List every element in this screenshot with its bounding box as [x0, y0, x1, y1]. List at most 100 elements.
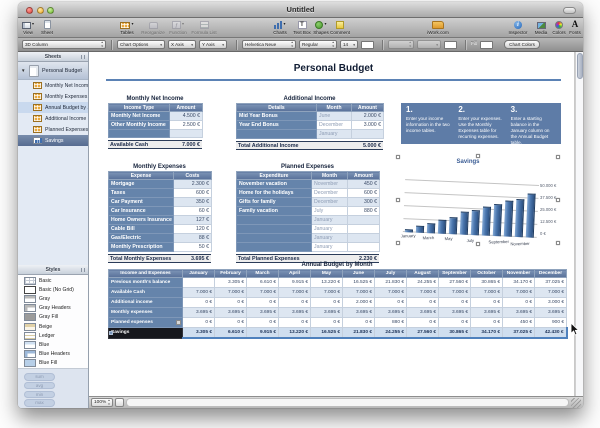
cell[interactable]: 127 € — [174, 216, 212, 225]
border-color-well[interactable] — [444, 41, 457, 49]
column-header[interactable]: May — [311, 270, 343, 278]
x-axis-select[interactable]: X Axis▾ — [168, 40, 196, 49]
row-label-cell[interactable]: Available Cash — [109, 288, 183, 298]
fill-color-well[interactable] — [480, 41, 493, 49]
cell[interactable]: 0 € — [407, 298, 439, 308]
horizontal-scrollbar[interactable] — [126, 398, 569, 407]
style-item-blue-headers[interactable]: Blue Headers — [18, 350, 88, 359]
selection-handle[interactable] — [396, 198, 400, 202]
cell[interactable]: January — [312, 216, 348, 225]
y-axis-select[interactable]: Y Axis▾ — [199, 40, 227, 49]
cell[interactable]: 2.300 € — [174, 180, 212, 189]
cell[interactable]: 3.000 € — [352, 121, 384, 130]
cell[interactable]: Car Payment — [109, 198, 174, 207]
chart-bar[interactable] — [460, 212, 469, 235]
cell[interactable]: 27.560 € — [439, 278, 471, 288]
cell[interactable]: 21.830 € — [375, 278, 407, 288]
column-header[interactable]: Expense — [109, 172, 174, 180]
cell[interactable]: 3.695 € — [375, 308, 407, 318]
cell[interactable]: 3.305 € — [183, 328, 215, 339]
panel-splitter-icon[interactable] — [81, 55, 86, 59]
chart-type-select[interactable]: 3D Column▴▾ — [22, 40, 106, 49]
font-size-select[interactable]: 14▾ — [340, 40, 358, 49]
cell[interactable]: 9.915 € — [279, 278, 311, 288]
chart-bar[interactable] — [515, 198, 525, 237]
toolbar-comment[interactable]: Comment — [321, 19, 359, 35]
cell[interactable]: 13.220 € — [279, 328, 311, 339]
cell[interactable]: 3.695 € — [471, 308, 503, 318]
cell[interactable]: 50 € — [174, 243, 212, 252]
sidebar-item-additional-income[interactable]: Additional Income — [18, 113, 88, 124]
cell[interactable]: 2.500 € — [170, 121, 203, 130]
style-item-blue-fill[interactable]: Blue Fill — [18, 359, 88, 368]
cell[interactable]: 600 € — [174, 189, 212, 198]
cell[interactable]: 0 € — [503, 298, 535, 308]
cell[interactable]: 34.170 € — [471, 328, 503, 339]
cell[interactable]: 7.000 € — [311, 288, 343, 298]
cell[interactable]: 3.000 € — [535, 298, 567, 308]
cell[interactable]: 6.610 € — [247, 278, 279, 288]
cell[interactable]: 300 € — [348, 198, 380, 207]
function-pill-sum[interactable]: sum — [24, 373, 55, 381]
toolbar-toggle-button[interactable] — [563, 7, 576, 14]
column-header[interactable]: Details — [237, 104, 317, 112]
cell[interactable]: 0 € — [439, 318, 471, 328]
cell[interactable]: 3.305 € — [215, 278, 247, 288]
cell[interactable]: 0 € — [183, 318, 215, 328]
cell[interactable]: 7.000 € — [471, 288, 503, 298]
cell[interactable]: November vacation — [237, 180, 312, 189]
cell[interactable]: 4.500 € — [170, 112, 203, 121]
chart-options-select[interactable]: Chart Options▾ — [117, 40, 165, 49]
annual-budget-table[interactable]: Annual Budget by MonthIncome and Expense… — [108, 262, 568, 339]
cell[interactable]: November — [312, 180, 348, 189]
cell[interactable]: Mortgage — [109, 180, 174, 189]
selection-handle[interactable] — [476, 154, 480, 158]
selection-handle[interactable] — [396, 155, 400, 159]
cell[interactable]: 3.695 € — [535, 308, 567, 318]
sidebar-item-personal-budget[interactable]: ▼Personal Budget — [18, 62, 88, 80]
style-item-basic[interactable]: Basic — [18, 276, 88, 285]
cell[interactable]: 7.000 € — [343, 288, 375, 298]
column-header[interactable]: July — [375, 270, 407, 278]
style-item-blue[interactable]: Blue — [18, 340, 88, 349]
column-header[interactable]: Expenditure — [237, 172, 312, 180]
cell[interactable] — [348, 243, 380, 252]
close-button[interactable] — [26, 7, 33, 14]
style-item-gray[interactable]: Gray — [18, 294, 88, 303]
cell[interactable]: December — [312, 198, 348, 207]
row-selection-handle[interactable] — [109, 331, 113, 335]
cell[interactable]: 0 € — [279, 318, 311, 328]
cell[interactable]: 3.695 € — [279, 308, 311, 318]
cell[interactable] — [237, 130, 317, 139]
chart-bar[interactable] — [493, 204, 502, 236]
cell[interactable]: Year End Bonus — [237, 121, 317, 130]
chart-bar[interactable] — [526, 193, 536, 237]
cell[interactable]: 450 € — [503, 318, 535, 328]
cell[interactable] — [170, 130, 203, 138]
table-footer-row[interactable]: Total Additional Income5.000 € — [236, 141, 383, 150]
cell[interactable]: 42.430 € — [535, 328, 567, 339]
function-pill-min[interactable]: min — [24, 391, 55, 399]
font-family-select[interactable]: Helvetica Neue▴▾ — [242, 40, 296, 49]
cell[interactable]: January — [317, 130, 352, 139]
style-item-beige[interactable]: Beige — [18, 322, 88, 331]
cell[interactable]: 0 € — [279, 298, 311, 308]
sidebar-item-monthly-expenses[interactable]: Monthly Expenses — [18, 91, 88, 102]
titlebar[interactable]: Untitled — [18, 2, 583, 18]
cell[interactable]: 0 € — [311, 318, 343, 328]
cell[interactable]: 3.695 € — [247, 308, 279, 318]
cell[interactable] — [348, 216, 380, 225]
toolbar-iwork-com[interactable]: iWork.com — [419, 19, 457, 35]
cell[interactable]: Mid Year Bonus — [237, 112, 317, 121]
column-header[interactable]: January — [183, 270, 215, 278]
cell[interactable]: 7.000 € — [535, 288, 567, 298]
column-header[interactable]: Income Type — [109, 104, 170, 112]
cell[interactable]: Home for the holidays — [237, 189, 312, 198]
cell[interactable]: 34.170 € — [503, 278, 535, 288]
cell[interactable]: 120 € — [174, 225, 212, 234]
vertical-scrollbar[interactable] — [575, 52, 583, 396]
column-header[interactable]: October — [471, 270, 503, 278]
column-header[interactable]: Amount — [170, 104, 203, 112]
disclosure-triangle-icon[interactable]: ▼ — [21, 68, 26, 73]
column-header[interactable]: June — [343, 270, 375, 278]
